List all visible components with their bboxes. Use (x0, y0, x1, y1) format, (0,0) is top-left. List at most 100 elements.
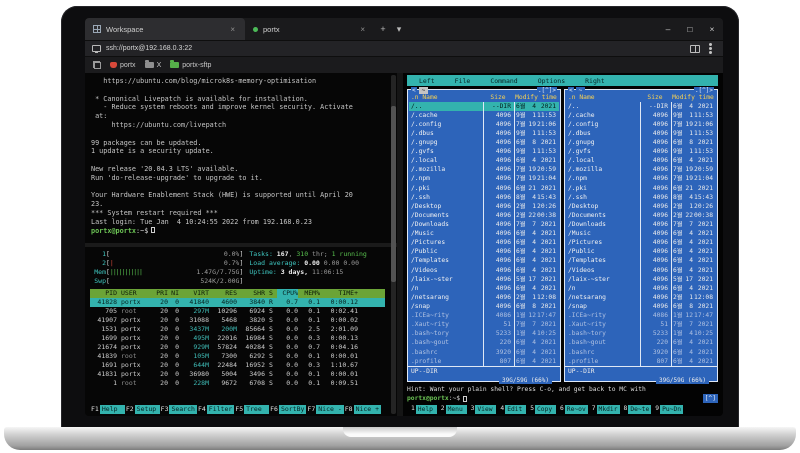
process-row[interactable]: 41839root200105M73006292S0.00.10:00.01 (90, 352, 385, 361)
file-row[interactable]: /Templates40966월42021 (409, 257, 559, 266)
panel-path[interactable]: ~ (576, 87, 586, 94)
process-row[interactable]: 41907portx2003108854683820S0.00.10:00.02 (90, 316, 385, 325)
file-row[interactable]: .Xaut~rity517월72021 (409, 321, 559, 330)
file-row[interactable]: /Pictures40966월42021 (409, 239, 559, 248)
col-time[interactable]: Modify time (670, 94, 716, 102)
fkey-button[interactable]: F1Help (90, 405, 125, 414)
process-row[interactable]: 705root200297M102966924S0.00.10:02.41 (90, 307, 385, 316)
file-row[interactable]: .bashrc39206월42021 (566, 348, 716, 357)
fkey-button[interactable]: F7Nice - (306, 405, 343, 414)
process-row[interactable]: 1699portx200495M2201616984S0.00.30:00.13 (90, 334, 385, 343)
split-pane-icon[interactable] (690, 45, 700, 53)
file-row[interactable]: /Pictures40966월42021 (566, 239, 716, 248)
file-row[interactable]: /.gvfs40969월111:53 (409, 148, 559, 157)
panel-corner[interactable]: .[^]> (694, 87, 714, 94)
session-item-portx-sftp[interactable]: portx-sftp (170, 62, 211, 69)
fkey-button[interactable]: 3View (467, 405, 497, 414)
file-row[interactable]: /snap40966월82021 (409, 302, 559, 311)
file-row[interactable]: /.pki40966월212021 (409, 184, 559, 193)
mc-menu-item[interactable]: File (445, 77, 481, 85)
fkey-button[interactable]: 7Mkdir (588, 405, 620, 414)
tab-dropdown-button[interactable]: ▾ (391, 18, 407, 40)
process-row[interactable]: 21674portx200929M5782440284S0.00.70:04.1… (90, 343, 385, 352)
file-row[interactable]: /.config40967월1921:06 (409, 120, 559, 129)
file-row[interactable]: /.cache40969월111:53 (566, 111, 716, 120)
close-button[interactable]: × (701, 18, 723, 40)
fkey-button[interactable]: F4Filter (197, 405, 234, 414)
file-row[interactable]: /netsarang40962월112:08 (566, 293, 716, 302)
file-row[interactable]: /n40966월42021 (566, 284, 716, 293)
fkey-button[interactable]: F5Tree (234, 405, 269, 414)
mc-prompt-line[interactable]: portx@portx :~$ [^] (407, 394, 718, 403)
mc-menu-item[interactable]: Command (480, 77, 527, 85)
fkey-button[interactable]: 8De~te (620, 405, 652, 414)
file-row[interactable]: /Videos40966월42021 (409, 266, 559, 275)
panel-hotspot[interactable]: < (411, 87, 417, 94)
file-row[interactable]: .ICEa~rity40861월1217:47 (409, 312, 559, 321)
process-row[interactable]: 41828portx2004184046003840R0.70.10:00.12 (90, 298, 385, 307)
file-row[interactable]: .Xaut~rity517월72021 (566, 321, 716, 330)
file-row[interactable]: /.dbus40969월111:53 (409, 129, 559, 138)
session-list-icon[interactable] (93, 61, 101, 69)
panel-hotspot[interactable]: < (568, 87, 574, 94)
file-row[interactable]: /Templates40966월42021 (566, 257, 716, 266)
close-tab-icon[interactable]: × (358, 25, 367, 34)
new-tab-button[interactable]: + (375, 18, 391, 40)
fkey-button[interactable]: F2Setup (125, 405, 160, 414)
mc-menu-item[interactable]: Options (528, 77, 575, 85)
file-row[interactable]: /laix-~ster40965월172021 (566, 275, 716, 284)
file-row[interactable]: /snap40966월82021 (566, 302, 716, 311)
fkey-button[interactable]: 1Help (407, 405, 437, 414)
fkey-button[interactable]: 6Re~ov (556, 405, 588, 414)
process-row[interactable]: 1531portx2003437M200M85664S0.02.52:01.09 (90, 325, 385, 334)
tab-portx[interactable]: portx × (245, 18, 375, 40)
file-row[interactable]: .profile8076월42021 (409, 357, 559, 366)
fkey-button[interactable]: F6SortBy (269, 405, 306, 414)
file-row[interactable]: /Videos40966월42021 (566, 266, 716, 275)
file-row[interactable]: .bash~gout2206월42021 (566, 339, 716, 348)
fkey-button[interactable]: 5Copy (526, 405, 556, 414)
file-row[interactable]: .profile8076월42021 (566, 357, 716, 366)
session-item-x[interactable]: X (145, 62, 162, 69)
file-row[interactable]: .ICEa~rity40861월1217:47 (566, 312, 716, 321)
file-row[interactable]: /Downloads40967월72021 (409, 220, 559, 229)
panel-path[interactable]: ~ (419, 87, 429, 94)
file-row[interactable]: /.gnupg40966월82021 (409, 138, 559, 147)
file-row[interactable]: .bashrc39206월42021 (409, 348, 559, 357)
file-row[interactable]: .bash~tory52331월410:25 (409, 330, 559, 339)
process-row[interactable]: 1root200228M96726708S0.00.10:09.51 (90, 379, 385, 388)
file-row[interactable]: /.ssh40968월415:43 (566, 193, 716, 202)
scrollbar-thumb[interactable] (391, 106, 396, 282)
tab-workspace[interactable]: Workspace × (85, 18, 245, 40)
mc-menu-item[interactable]: Right (575, 77, 615, 85)
process-row[interactable]: 1691portx200644M2248416952S0.00.31:10.67 (90, 361, 385, 370)
file-row[interactable]: /.pki40966월212021 (566, 184, 716, 193)
file-row[interactable]: /Public40966월42021 (566, 248, 716, 257)
col-name[interactable]: .n Name (566, 94, 640, 102)
fkey-button[interactable]: F3Search (160, 405, 197, 414)
minimize-button[interactable]: – (657, 18, 679, 40)
fkey-button[interactable]: 9Pu~Dn (651, 405, 683, 414)
file-row[interactable]: /.local40966월42021 (409, 157, 559, 166)
col-name[interactable]: .n Name (409, 94, 483, 102)
file-row[interactable]: /Downloads40967월72021 (566, 220, 716, 229)
file-row[interactable]: /..--DIR6월42021 (409, 102, 559, 111)
file-row[interactable]: /.npm40967월1921:04 (566, 175, 716, 184)
fkey-button[interactable]: F8Nice + (344, 405, 381, 414)
file-row[interactable]: /Music40966월42021 (566, 230, 716, 239)
file-row[interactable]: /n40966월42021 (409, 284, 559, 293)
close-tab-icon[interactable]: × (228, 25, 237, 34)
process-row[interactable]: 41831portx2003698050043496S0.00.10:00.01 (90, 370, 385, 379)
process-table-header[interactable]: PIDUSERPRINIVIRTRESSHRSCPU%MEM%TIME+ (90, 289, 385, 298)
file-row[interactable]: /.gnupg40966월82021 (566, 138, 716, 147)
fkey-button[interactable]: 4Edit (496, 405, 526, 414)
file-row[interactable]: /.dbus40969월111:53 (566, 129, 716, 138)
file-row[interactable]: /Documents40962월2200:38 (566, 211, 716, 220)
col-size[interactable]: Size (640, 94, 670, 102)
file-row[interactable]: /laix-~ster40965월172021 (409, 275, 559, 284)
maximize-button[interactable]: □ (679, 18, 701, 40)
file-row[interactable]: .bash~tory52331월410:25 (566, 330, 716, 339)
file-row[interactable]: /netsarang40962월112:08 (409, 293, 559, 302)
file-row[interactable]: /Music40966월42021 (409, 230, 559, 239)
file-row[interactable]: /Desktop40962월120:26 (409, 202, 559, 211)
